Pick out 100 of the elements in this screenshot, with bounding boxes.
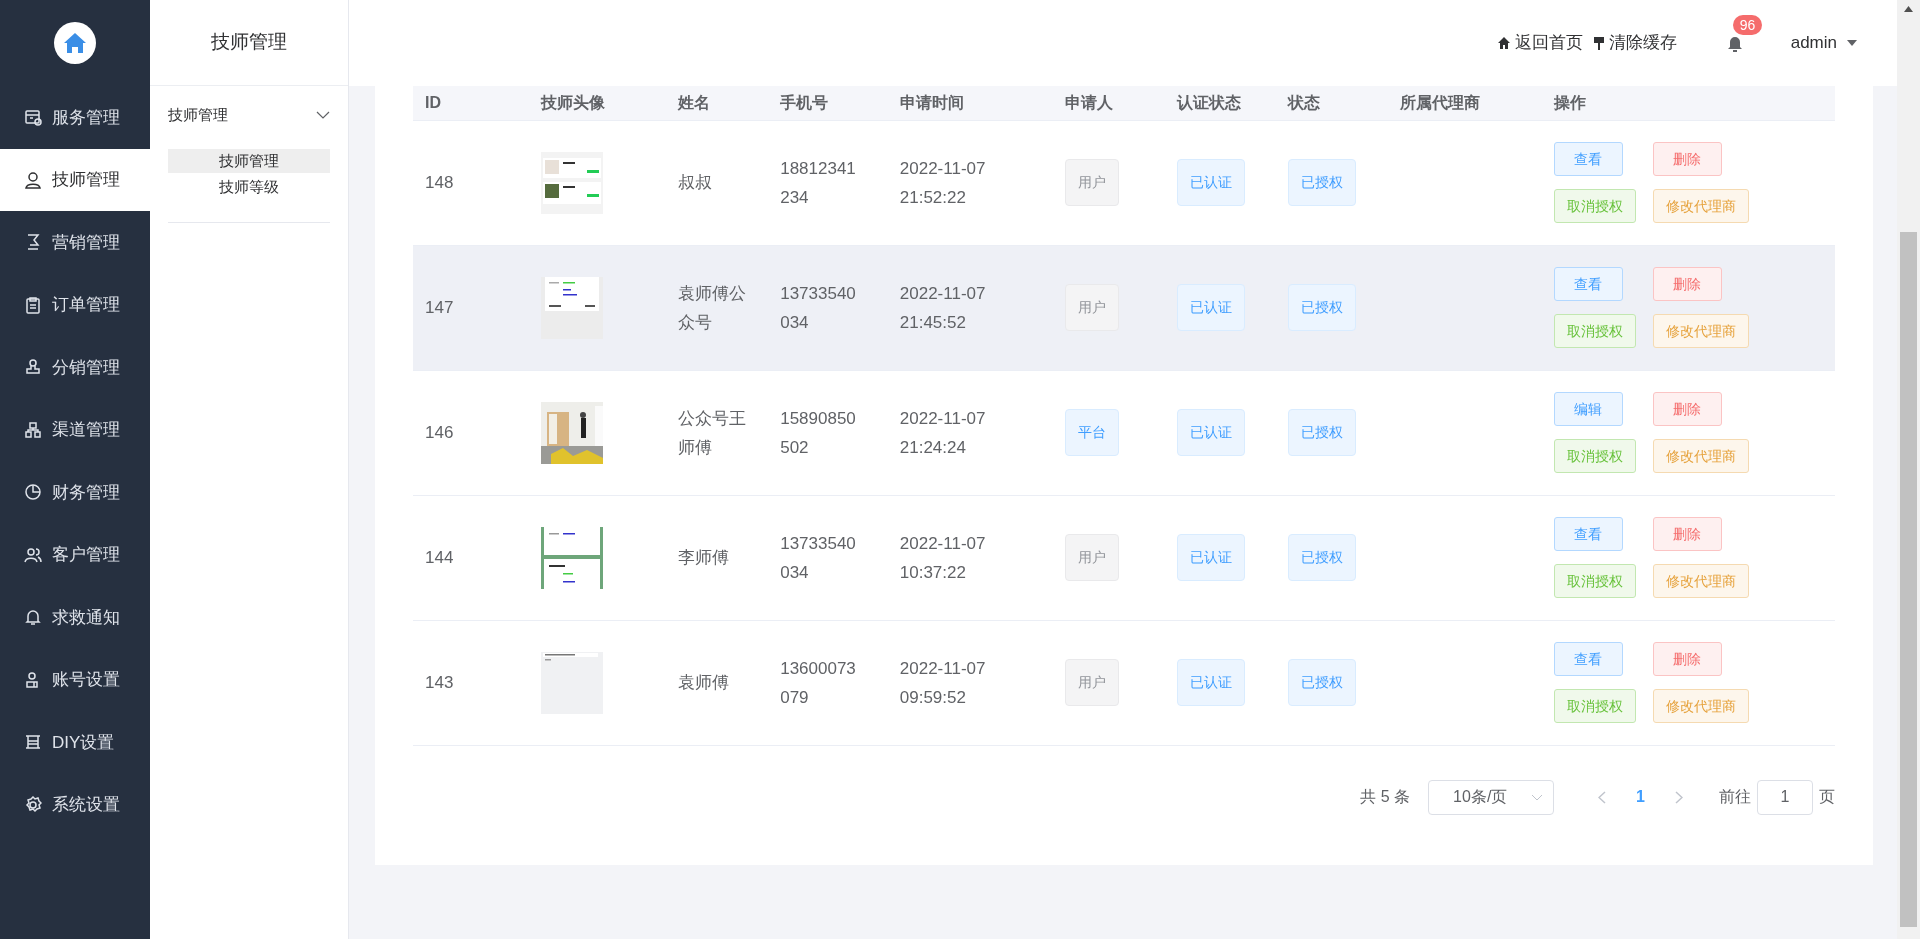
- table-cell-text: 034: [780, 561, 810, 584]
- column-header: 认证状态: [1164, 86, 1276, 120]
- table-cell-text: 2022-11-07: [899, 657, 987, 680]
- status-tag: 已授权: [1287, 659, 1356, 706]
- applicant-tag: 用户: [1064, 284, 1119, 331]
- pie-chart-icon: [24, 483, 42, 502]
- sidebar-item[interactable]: 系统设置: [0, 773, 150, 836]
- table-cell-text: 13600073: [780, 657, 857, 680]
- page-input[interactable]: 1: [1757, 779, 1813, 815]
- status-tag: 已授权: [1287, 409, 1356, 456]
- table-cell-text: 13733540: [780, 282, 857, 305]
- status-tag: 已认证: [1176, 409, 1245, 456]
- column-header: 手机号: [768, 86, 888, 120]
- sidebar-item[interactable]: DIY设置: [0, 711, 150, 774]
- status-tag: 已认证: [1176, 284, 1245, 331]
- layout-icon: [24, 733, 42, 752]
- toolbar-link[interactable]: 清除缓存: [1592, 30, 1677, 56]
- table-cell-text: 502: [780, 436, 810, 459]
- column-header: 技师头像: [528, 86, 666, 120]
- notification-badge: 96: [1732, 14, 1763, 35]
- clipboard-icon: [24, 295, 42, 314]
- sidebar-item[interactable]: 订单管理: [0, 273, 150, 336]
- table-cell-text: 21:24:24: [899, 436, 967, 459]
- bell-icon: [24, 608, 42, 627]
- calendar-icon: [24, 108, 42, 127]
- table-cell-text: 10:37:22: [899, 561, 967, 584]
- table-cell-text: 李师傅: [677, 547, 730, 569]
- logo-icon: [54, 22, 96, 64]
- bell-icon: [1726, 35, 1743, 53]
- table-cell-text: 2022-11-07: [899, 532, 987, 555]
- table-cell-text: 146: [425, 422, 455, 444]
- scrollbar-thumb[interactable]: [1900, 232, 1917, 927]
- table-cell-text: 公众号王师傅: [677, 407, 747, 459]
- status-tag: 已认证: [1176, 534, 1245, 581]
- table-cell-text: 234: [780, 186, 810, 209]
- table-cell-text: 2022-11-07: [899, 282, 987, 305]
- chevron-icon: [316, 111, 330, 120]
- person-icon: [24, 170, 42, 189]
- column-header: 操作: [1541, 86, 1835, 120]
- status-tag: 已认证: [1176, 659, 1245, 706]
- table-cell-text: 09:59:52: [899, 686, 967, 709]
- hierarchy-icon: [24, 420, 42, 439]
- sidebar-item[interactable]: 渠道管理: [0, 398, 150, 461]
- page-suffix: 页: [1819, 787, 1835, 807]
- status-tag: 已授权: [1287, 534, 1356, 581]
- total-count: 共 5 条: [1360, 787, 1411, 807]
- status-tag: 已授权: [1287, 159, 1356, 206]
- table-cell-text: 2022-11-07: [899, 407, 987, 430]
- sidebar-item[interactable]: 分销管理: [0, 336, 150, 399]
- scroll-up-icon[interactable]: [1904, 6, 1913, 12]
- table-cell-text: 2022-11-07: [899, 157, 987, 180]
- submenu-item[interactable]: 技师管理: [168, 148, 330, 173]
- column-header: 申请时间: [887, 86, 1053, 120]
- home-icon: [1496, 36, 1511, 50]
- table-cell-text: 079: [780, 686, 810, 709]
- submenu-item[interactable]: 技师等级: [168, 175, 330, 200]
- table-cell-text: 21:45:52: [899, 311, 967, 334]
- people-icon: [24, 545, 42, 564]
- chevron-left-icon: [1598, 791, 1607, 805]
- chevron-right-icon: [1675, 791, 1683, 805]
- sidebar-item[interactable]: 求救通知: [0, 586, 150, 649]
- table-cell-text: 21:52:22: [899, 186, 967, 209]
- sidebar-item[interactable]: 营销管理: [0, 211, 150, 274]
- table-cell-text: 147: [425, 297, 455, 319]
- sidebar-item[interactable]: 服务管理: [0, 86, 150, 149]
- table-cell-text: 034: [780, 311, 810, 334]
- chevron-icon: [1531, 793, 1544, 801]
- brush-icon: [1592, 35, 1605, 51]
- table-cell-text: 143: [425, 672, 455, 694]
- sidebar-item[interactable]: 账号设置: [0, 648, 150, 711]
- goto-label: 前往: [1719, 787, 1751, 807]
- column-header: 申请人: [1052, 86, 1165, 120]
- status-tag: 已认证: [1176, 159, 1245, 206]
- table-cell-text: 13733540: [780, 532, 857, 555]
- table-cell-text: 15890850: [780, 407, 857, 430]
- applicant-tag: 用户: [1064, 159, 1119, 206]
- table-cell-text: 144: [425, 547, 455, 569]
- table-cell-text: 袁师傅公众号: [677, 282, 747, 334]
- table-cell-text: 18812341: [780, 157, 857, 180]
- table-cell-text: 袁师傅: [677, 672, 730, 694]
- status-tag: 已授权: [1287, 284, 1356, 331]
- applicant-tag: 用户: [1064, 659, 1119, 706]
- applicant-tag: 平台: [1064, 409, 1119, 456]
- sidebar-item[interactable]: 客户管理: [0, 523, 150, 586]
- sidebar-item[interactable]: 技师管理: [0, 148, 150, 211]
- column-header: 所属代理商: [1388, 86, 1542, 120]
- settings-icon: [24, 795, 42, 814]
- caret-icon: [1847, 40, 1857, 46]
- table-cell-text: 148: [425, 172, 455, 194]
- toolbar-link[interactable]: 返回首页: [1496, 30, 1583, 56]
- table-cell-text: 叔叔: [677, 172, 713, 194]
- sidebar-item[interactable]: 财务管理: [0, 461, 150, 524]
- column-header: 状态: [1275, 86, 1389, 120]
- submenu-title: 技师管理: [150, 0, 348, 86]
- user-menu[interactable]: admin: [1790, 30, 1857, 56]
- submenu-group[interactable]: 技师管理: [168, 100, 330, 131]
- page-size-select[interactable]: 10条/页: [1428, 779, 1555, 815]
- column-header: ID: [413, 86, 529, 120]
- applicant-tag: 用户: [1064, 534, 1119, 581]
- column-header: 姓名: [665, 86, 769, 120]
